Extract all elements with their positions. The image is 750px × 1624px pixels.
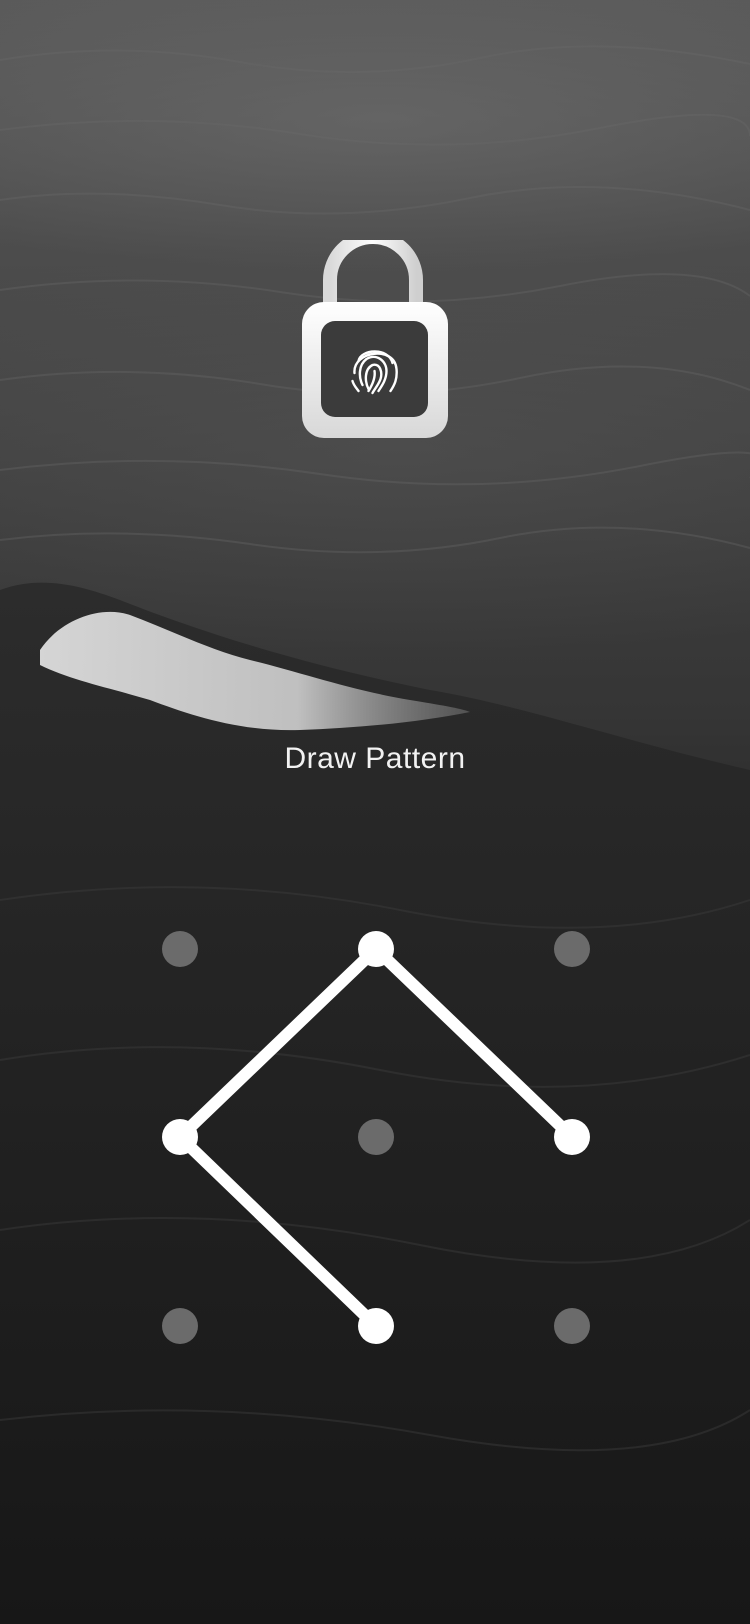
pattern-line [174, 943, 382, 1143]
pattern-dot-1[interactable] [162, 931, 198, 967]
pattern-dot-7[interactable] [162, 1308, 198, 1344]
pattern-grid[interactable] [0, 0, 750, 1624]
pattern-dot-4[interactable] [162, 1119, 198, 1155]
pattern-line [370, 943, 578, 1143]
lock-screen: Draw Pattern [0, 0, 750, 1624]
pattern-dot-5[interactable] [358, 1119, 394, 1155]
pattern-dot-6[interactable] [554, 1119, 590, 1155]
pattern-dot-2[interactable] [358, 931, 394, 967]
pattern-dot-8[interactable] [358, 1308, 394, 1344]
pattern-line [174, 1131, 382, 1332]
pattern-dot-9[interactable] [554, 1308, 590, 1344]
pattern-dot-3[interactable] [554, 931, 590, 967]
